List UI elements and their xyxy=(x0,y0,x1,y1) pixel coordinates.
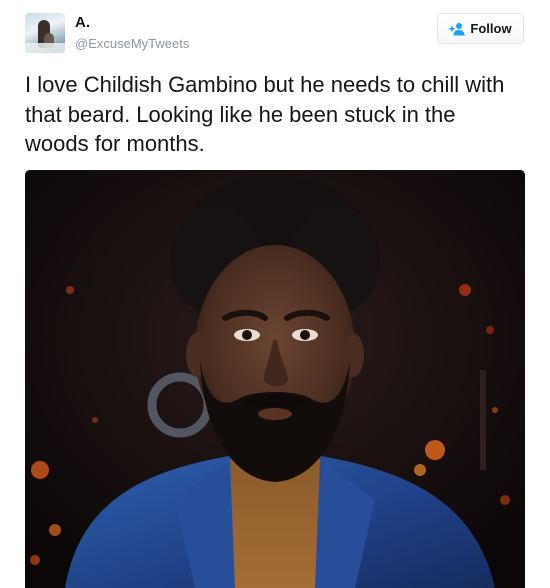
author-avatar[interactable] xyxy=(25,13,65,53)
tweet-photo-illustration xyxy=(25,170,525,588)
tweet-text: I love Childish Gambino but he needs to … xyxy=(25,72,505,156)
follow-plus-person-icon xyxy=(449,22,465,36)
tweet-photo[interactable] xyxy=(25,170,525,588)
tweet-card: A. @ExcuseMyTweets Follow I love Childis… xyxy=(0,0,550,588)
avatar-background-water xyxy=(25,43,65,53)
author-name[interactable]: A. xyxy=(75,14,90,32)
author-handle[interactable]: @ExcuseMyTweets xyxy=(75,36,189,52)
follow-button[interactable]: Follow xyxy=(437,13,524,44)
follow-button-label: Follow xyxy=(470,21,512,36)
